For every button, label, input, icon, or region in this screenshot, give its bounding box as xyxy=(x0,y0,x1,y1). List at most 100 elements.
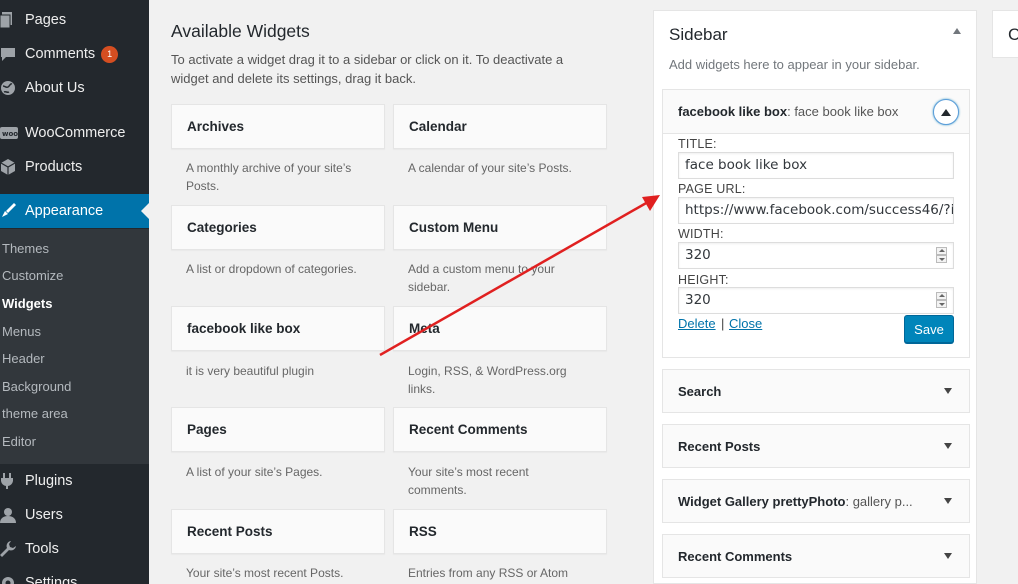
appearance-icon xyxy=(0,203,25,219)
link-separator: | xyxy=(721,316,725,331)
admin-menu: Pages Comments 1 About Us woo WooCommerc… xyxy=(0,0,149,584)
widget-desc-line: sidebar. xyxy=(408,280,451,294)
menu-label: Plugins xyxy=(25,473,73,489)
spinner-up-icon[interactable] xyxy=(936,247,947,255)
widget-card-categories[interactable]: Categories xyxy=(171,205,385,250)
widget-card-calendar[interactable]: Calendar xyxy=(393,104,607,149)
menu-label: Tools xyxy=(25,541,59,557)
widget-name: Widget Gallery prettyPhoto xyxy=(678,494,846,509)
menu-item-tools[interactable]: Tools xyxy=(0,532,149,566)
next-widget-area[interactable]: C xyxy=(992,10,1018,58)
sidebar-title: Sidebar xyxy=(669,25,728,44)
pages-icon xyxy=(0,12,25,28)
width-input[interactable]: 320 xyxy=(678,242,954,269)
chevron-down-icon[interactable] xyxy=(944,388,952,394)
widget-card-archives[interactable]: Archives xyxy=(171,104,385,149)
widget-title: facebook like box xyxy=(187,321,301,336)
chevron-up-icon xyxy=(941,108,951,116)
chevron-down-icon[interactable] xyxy=(944,498,952,504)
save-button[interactable]: Save xyxy=(904,315,954,343)
comments-count-badge: 1 xyxy=(101,45,119,63)
widget-card-facebook-like-box[interactable]: facebook like box xyxy=(171,306,385,351)
appearance-submenu: Themes Customize Widgets Menus Header Ba… xyxy=(0,229,149,464)
submenu-menus[interactable]: Menus xyxy=(2,322,41,342)
widget-desc-line: Add a custom menu to your xyxy=(408,262,555,276)
submenu-themes[interactable]: Themes xyxy=(2,239,49,259)
sidebar-widget-recent-posts[interactable]: Recent Posts xyxy=(662,424,970,468)
menu-label: About Us xyxy=(25,80,85,96)
sidebar-widget-search[interactable]: Search xyxy=(662,369,970,413)
current-menu-arrow xyxy=(141,203,149,219)
widget-desc-line: Your site’s most recent xyxy=(408,465,529,479)
widget-desc-line: it is very beautiful plugin xyxy=(186,364,315,378)
submenu-editor[interactable]: Editor xyxy=(2,432,36,452)
widget-subtitle: : gallery p... xyxy=(845,494,913,509)
menu-item-products[interactable]: Products xyxy=(0,150,149,184)
menu-item-pages[interactable]: Pages xyxy=(0,3,149,37)
open-widget-header[interactable]: facebook like box: face book like box xyxy=(663,90,969,134)
menu-label: WooCommerce xyxy=(25,125,126,141)
close-link[interactable]: Close xyxy=(729,316,762,331)
widget-card-recent-posts[interactable]: Recent Posts xyxy=(171,509,385,554)
available-widgets-description-line1: To activate a widget drag it to a sideba… xyxy=(171,52,564,67)
products-icon xyxy=(0,159,25,175)
height-value: 320 xyxy=(685,292,711,308)
submenu-theme-area[interactable]: theme area xyxy=(2,404,68,424)
widget-card-recent-comments[interactable]: Recent Comments xyxy=(393,407,607,452)
submenu-widgets[interactable]: Widgets xyxy=(2,294,52,314)
delete-link[interactable]: Delete xyxy=(678,316,716,331)
title-input[interactable]: face book like box xyxy=(678,152,954,179)
widget-desc-line: comments. xyxy=(408,483,467,497)
menu-item-appearance[interactable]: Appearance xyxy=(0,194,149,228)
comments-icon xyxy=(0,47,25,62)
sidebar-collapse-arrow-icon[interactable] xyxy=(953,28,961,34)
height-input[interactable]: 320 xyxy=(678,287,954,314)
sidebar-widget-area: Sidebar Add widgets here to appear in yo… xyxy=(653,10,977,584)
sidebar-widget-recent-comments[interactable]: Recent Comments xyxy=(662,534,970,578)
widget-title: Recent Comments xyxy=(409,422,528,437)
menu-item-comments[interactable]: Comments 1 xyxy=(0,37,149,71)
chevron-down-icon[interactable] xyxy=(944,553,952,559)
width-label: WIDTH: xyxy=(678,227,724,241)
sidebar-widget-gallery-prettyphoto[interactable]: Widget Gallery prettyPhoto: gallery p... xyxy=(662,479,970,523)
widget-desc-line: A list or dropdown of categories. xyxy=(186,262,357,276)
widget-title: Categories xyxy=(187,220,257,235)
widget-collapse-button[interactable] xyxy=(933,99,959,125)
chevron-down-icon[interactable] xyxy=(944,443,952,449)
submenu-background[interactable]: Background xyxy=(2,377,71,397)
plugins-icon xyxy=(0,473,25,489)
page-url-input[interactable]: https://www.facebook.com/success46/?i xyxy=(678,197,954,224)
widget-card-pages[interactable]: Pages xyxy=(171,407,385,452)
widget-card-custom-menu[interactable]: Custom Menu xyxy=(393,205,607,250)
open-widget-facebook-like-box: facebook like box: face book like box TI… xyxy=(662,89,970,358)
next-widget-area-title: C xyxy=(1008,25,1018,44)
svg-text:woo: woo xyxy=(2,130,18,138)
menu-label: Comments xyxy=(25,46,96,62)
widget-desc-line: Entries from any RSS or Atom xyxy=(408,566,569,580)
width-spinner[interactable] xyxy=(936,247,947,264)
page-url-label: PAGE URL: xyxy=(678,182,746,196)
menu-label: Settings xyxy=(25,575,78,584)
widget-desc-line: Your site’s most recent Posts. xyxy=(186,566,344,580)
spinner-up-icon[interactable] xyxy=(936,292,947,300)
widget-title: Calendar xyxy=(409,119,467,134)
menu-item-settings[interactable]: Settings xyxy=(0,566,149,584)
spinner-down-icon[interactable] xyxy=(936,255,947,263)
menu-item-plugins[interactable]: Plugins xyxy=(0,464,149,498)
submenu-customize[interactable]: Customize xyxy=(2,266,63,286)
woocommerce-icon: woo xyxy=(0,126,25,140)
submenu-header[interactable]: Header xyxy=(2,349,45,369)
widget-card-rss[interactable]: RSS xyxy=(393,509,607,554)
menu-item-users[interactable]: Users xyxy=(0,498,149,532)
menu-item-woocommerce[interactable]: woo WooCommerce xyxy=(0,116,149,150)
title-label: TITLE: xyxy=(678,137,717,151)
height-spinner[interactable] xyxy=(936,292,947,309)
widget-name: Recent Posts xyxy=(678,439,761,454)
tools-icon xyxy=(0,541,25,557)
menu-item-about-us[interactable]: About Us xyxy=(0,71,149,105)
widget-desc-line: A calendar of your site’s Posts. xyxy=(408,161,572,175)
menu-label: Products xyxy=(25,159,83,175)
widget-card-meta[interactable]: Meta xyxy=(393,306,607,351)
widget-description: A list of your site’s Pages. xyxy=(186,463,386,481)
spinner-down-icon[interactable] xyxy=(936,300,947,308)
